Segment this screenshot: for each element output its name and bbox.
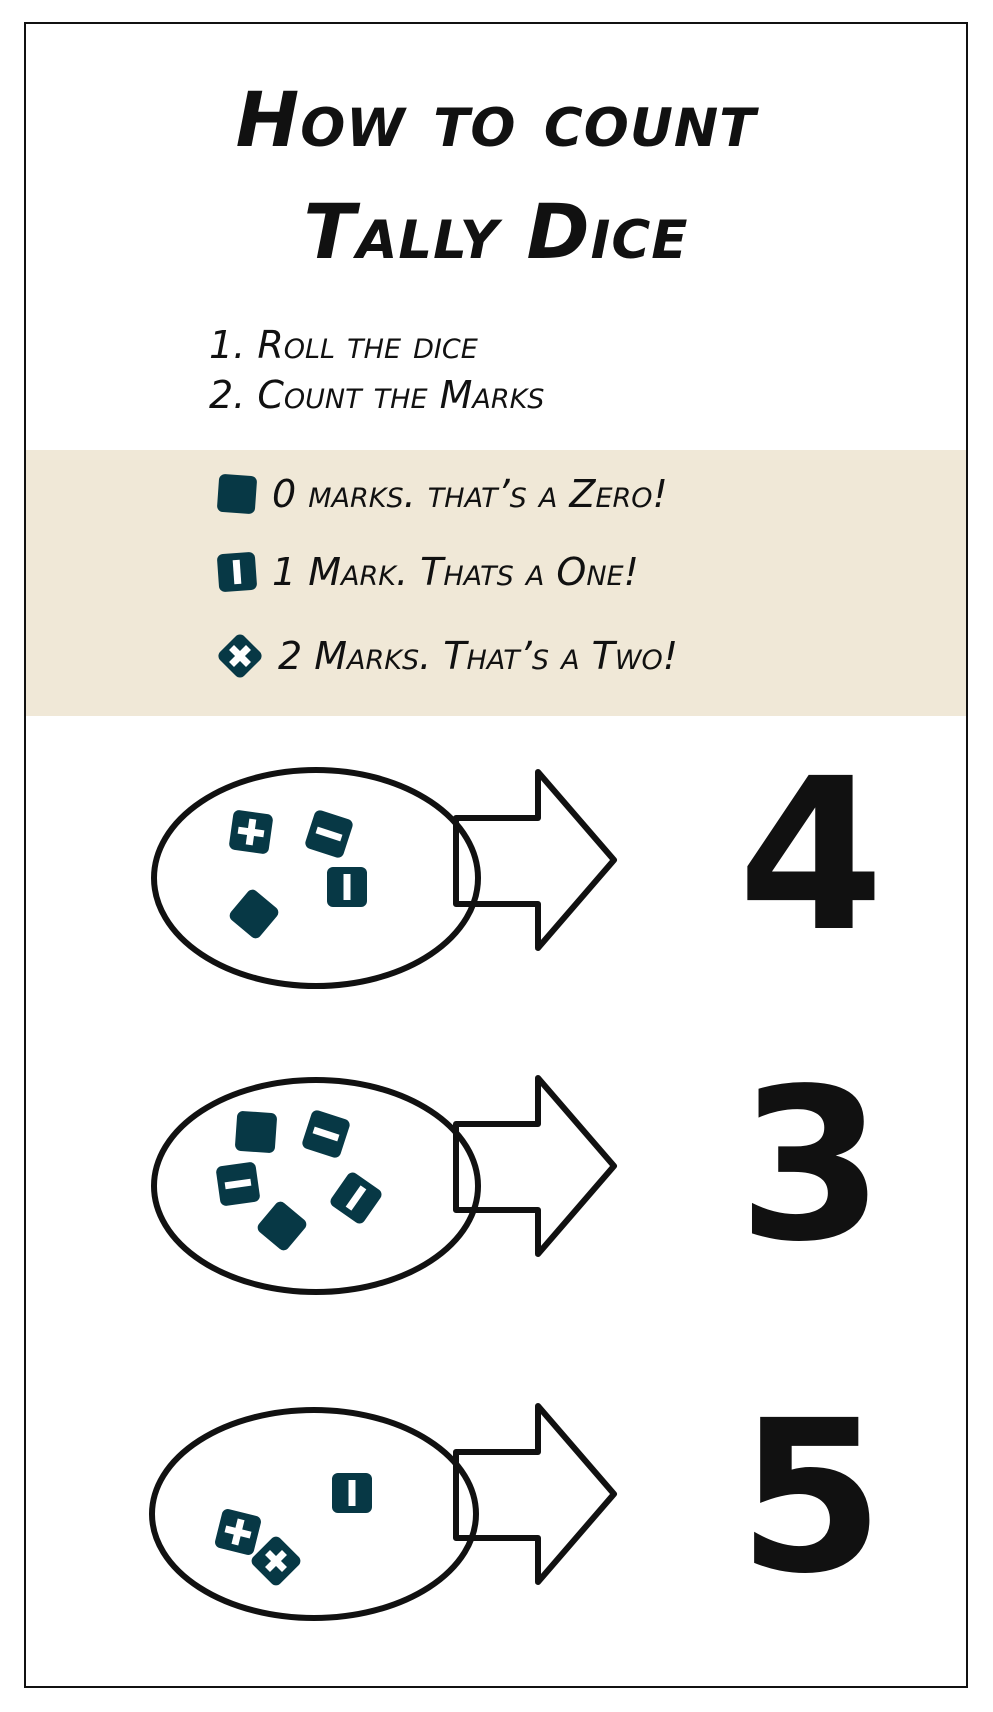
- die: [235, 1111, 277, 1153]
- two-mark-die-icon: [218, 634, 262, 678]
- example-3: 5: [26, 1388, 966, 1648]
- die: [229, 810, 273, 854]
- step-count: 2. Count the Marks: [209, 373, 545, 417]
- legend-row-one: 1 Mark. Thats a One!: [216, 550, 639, 594]
- example-1: 4: [26, 746, 966, 1006]
- oval-icon: [151, 767, 481, 989]
- right-arrow-icon: [453, 769, 617, 951]
- die: [302, 1110, 350, 1158]
- example-1-total: 4: [737, 733, 885, 978]
- die: [332, 1473, 372, 1513]
- die: [305, 810, 353, 858]
- die: [229, 889, 279, 939]
- die: [251, 1536, 301, 1586]
- one-mark-die-icon: [217, 552, 257, 592]
- oval-icon: [149, 1407, 479, 1621]
- steps-list: 1. Roll the dice 2. Count the Marks: [209, 320, 544, 420]
- title-line-2: Tally Dice: [303, 187, 689, 276]
- step-roll: 1. Roll the dice: [209, 323, 478, 367]
- die: [327, 867, 367, 907]
- legend-row-zero: 0 marks. that’s a Zero!: [216, 472, 668, 516]
- legend-band: 0 marks. that’s a Zero! 1 Mark. Thats a …: [26, 450, 966, 716]
- example-3-total: 5: [737, 1375, 885, 1620]
- title-line-1: How to count: [235, 75, 757, 164]
- die: [215, 1509, 261, 1555]
- die: [257, 1201, 307, 1251]
- legend-row-two: 2 Marks. That’s a Two!: [216, 632, 678, 680]
- legend-one-text: 1 Mark. Thats a One!: [272, 550, 639, 594]
- blank-die-icon: [217, 474, 257, 514]
- legend-two-text: 2 Marks. That’s a Two!: [278, 634, 679, 678]
- right-arrow-icon: [453, 1075, 617, 1257]
- die: [216, 1162, 260, 1206]
- page-frame: How to count Tally Dice 1. Roll the dice…: [24, 22, 968, 1688]
- legend-zero-text: 0 marks. that’s a Zero!: [272, 472, 668, 516]
- example-2-total: 3: [737, 1043, 885, 1288]
- die: [330, 1172, 382, 1224]
- example-2: 3: [26, 1056, 966, 1316]
- right-arrow-icon: [453, 1403, 617, 1585]
